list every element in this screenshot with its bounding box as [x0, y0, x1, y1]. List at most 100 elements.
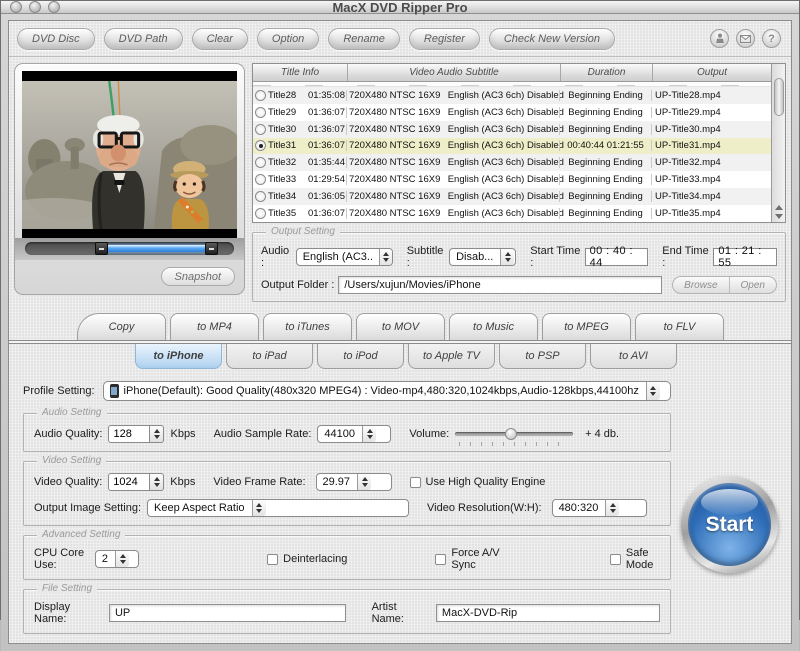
tab-to-apple-tv[interactable]: to Apple TV	[408, 344, 495, 369]
title-output: UP-Title30.mp4	[651, 124, 771, 135]
checkbox-icon	[435, 554, 446, 565]
tab-to-music[interactable]: to Music	[449, 313, 538, 340]
tab-to-mpeg[interactable]: to MPEG	[542, 313, 631, 340]
trim-end-handle[interactable]	[205, 242, 218, 255]
profile-setting-label: Profile Setting:	[23, 385, 95, 397]
audio-quality-stepper[interactable]	[150, 425, 164, 443]
buy-icon[interactable]	[710, 29, 729, 48]
table-row[interactable]: Title30 01:36:07 720X480 NTSC 16X9 Engli…	[253, 121, 771, 138]
table-scrollbar[interactable]	[771, 64, 785, 222]
title-video: 720X480 NTSC 16X9	[346, 107, 445, 118]
title-radio[interactable]	[255, 191, 266, 202]
tab-to-mp4[interactable]: to MP4	[170, 313, 259, 340]
clear-button[interactable]: Clear	[192, 28, 248, 50]
title-length: 01:35:44	[308, 157, 346, 168]
tab-to-iphone[interactable]: to iPhone	[135, 344, 222, 369]
table-row[interactable]: Title29 01:36:07 720X480 NTSC 16X9 Engli…	[253, 104, 771, 121]
subtitle-select[interactable]: Disab...	[449, 248, 516, 266]
table-row[interactable]: Title35 01:36:07 720X480 NTSC 16X9 Engli…	[253, 205, 771, 222]
table-row[interactable]: Title28 01:35:08 720X480 NTSC 16X9 Engli…	[253, 87, 771, 104]
profile-select[interactable]: iPhone(Default): Good Quality(480x320 MP…	[103, 381, 671, 401]
header-output[interactable]: Output	[653, 64, 771, 81]
audio-sample-rate-select[interactable]: 44100	[317, 425, 391, 443]
trim-track[interactable]	[25, 242, 234, 255]
register-button[interactable]: Register	[409, 28, 480, 50]
safe-mode-checkbox[interactable]: Safe Mode	[610, 547, 660, 571]
browse-button[interactable]: Browse	[673, 277, 729, 293]
table-row-selected[interactable]: Title31 01:36:07 720X480 NTSC 16X9 Engli…	[253, 138, 771, 155]
open-button[interactable]: Open	[730, 277, 776, 293]
option-button[interactable]: Option	[257, 28, 319, 50]
table-row[interactable]: Title34 01:36:05 720X480 NTSC 16X9 Engli…	[253, 188, 771, 205]
format-tabs-row2: to iPhone to iPad to iPod to Apple TV to…	[9, 344, 791, 369]
rename-button[interactable]: Rename	[328, 28, 400, 50]
snapshot-button[interactable]: Snapshot	[161, 267, 235, 286]
window-title: MacX DVD Ripper Pro	[1, 0, 799, 15]
title-name: Title34	[268, 191, 308, 202]
mail-icon[interactable]	[736, 29, 755, 48]
check-new-version-button[interactable]: Check New Version	[489, 28, 615, 50]
header-duration[interactable]: Duration	[561, 64, 653, 81]
output-image-setting-select[interactable]: Keep Aspect Ratio	[147, 499, 409, 517]
tab-to-mov[interactable]: to MOV	[356, 313, 445, 340]
scroll-up-icon[interactable]	[775, 205, 783, 210]
title-name: Title29	[268, 107, 308, 118]
tab-to-flv[interactable]: to FLV	[635, 313, 724, 340]
slider-thumb[interactable]	[505, 428, 517, 440]
audio-select[interactable]: English (AC3...	[296, 248, 393, 266]
tab-copy[interactable]: Copy	[77, 313, 166, 340]
title-radio[interactable]	[255, 90, 266, 101]
trim-selected-range	[102, 245, 211, 252]
trim-start-handle[interactable]	[95, 242, 108, 255]
title-audio: English (AC3 6ch)	[445, 157, 527, 168]
video-quality-field[interactable]: 1024	[108, 473, 150, 491]
tab-to-itunes[interactable]: to iTunes	[263, 313, 352, 340]
audio-label: Audio :	[261, 245, 292, 269]
tab-to-ipad[interactable]: to iPad	[226, 344, 313, 369]
advanced-setting-legend: Advanced Setting	[37, 529, 125, 540]
subtitle-label: Subtitle :	[407, 245, 445, 269]
title-radio[interactable]	[255, 140, 266, 151]
stepper-icon	[362, 426, 376, 442]
table-row[interactable]: Title33 01:29:54 720X480 NTSC 16X9 Engli…	[253, 171, 771, 188]
dvd-path-button[interactable]: DVD Path	[104, 28, 183, 50]
header-title-info[interactable]: Title Info	[253, 64, 348, 81]
start-button[interactable]: Start	[681, 476, 778, 573]
end-time-field[interactable]: 01 : 21 : 55	[713, 248, 777, 266]
title-radio[interactable]	[255, 157, 266, 168]
deinterlacing-checkbox[interactable]: Deinterlacing	[267, 553, 347, 565]
title-duration: Beginning Ending	[559, 174, 651, 185]
title-name: Title30	[268, 124, 308, 135]
start-time-field[interactable]: 00 : 40 : 44	[585, 248, 649, 266]
high-quality-engine-label: Use High Quality Engine	[426, 476, 546, 488]
tab-to-ipod[interactable]: to iPod	[317, 344, 404, 369]
title-subtitle: Disabled	[527, 124, 559, 135]
video-frame-rate-select[interactable]: 29.97	[316, 473, 392, 491]
scroll-down-icon[interactable]	[775, 214, 783, 219]
title-duration: Beginning Ending	[559, 90, 651, 101]
cpu-core-use-select[interactable]: 2	[95, 550, 139, 568]
high-quality-engine-checkbox[interactable]: Use High Quality Engine	[410, 476, 546, 488]
dvd-disc-button[interactable]: DVD Disc	[17, 28, 95, 50]
header-video-audio-subtitle[interactable]: Video Audio Subtitle	[348, 64, 561, 81]
output-image-setting-value: Keep Aspect Ratio	[154, 502, 245, 514]
title-radio[interactable]	[255, 174, 266, 185]
force-av-sync-checkbox[interactable]: Force A/V Sync	[435, 547, 502, 571]
subtitle-value: Disab...	[456, 251, 493, 263]
table-row[interactable]: Title32 01:35:44 720X480 NTSC 16X9 Engli…	[253, 154, 771, 171]
title-radio[interactable]	[255, 208, 266, 219]
tab-to-psp[interactable]: to PSP	[499, 344, 586, 369]
artist-name-input[interactable]: MacX-DVD-Rip	[436, 604, 660, 622]
title-output: UP-Title31.mp4	[651, 140, 771, 151]
help-icon[interactable]: ?	[762, 29, 781, 48]
title-radio[interactable]	[255, 107, 266, 118]
scrollbar-thumb[interactable]	[774, 78, 784, 116]
display-name-input[interactable]: UP	[109, 604, 346, 622]
video-resolution-select[interactable]: 480:320	[552, 499, 647, 517]
tab-to-avi[interactable]: to AVI	[590, 344, 677, 369]
output-folder-input[interactable]: /Users/xujun/Movies/iPhone	[338, 276, 662, 294]
video-quality-stepper[interactable]	[150, 473, 164, 491]
volume-slider[interactable]	[455, 427, 573, 441]
title-radio[interactable]	[255, 124, 266, 135]
audio-quality-field[interactable]: 128	[108, 425, 150, 443]
